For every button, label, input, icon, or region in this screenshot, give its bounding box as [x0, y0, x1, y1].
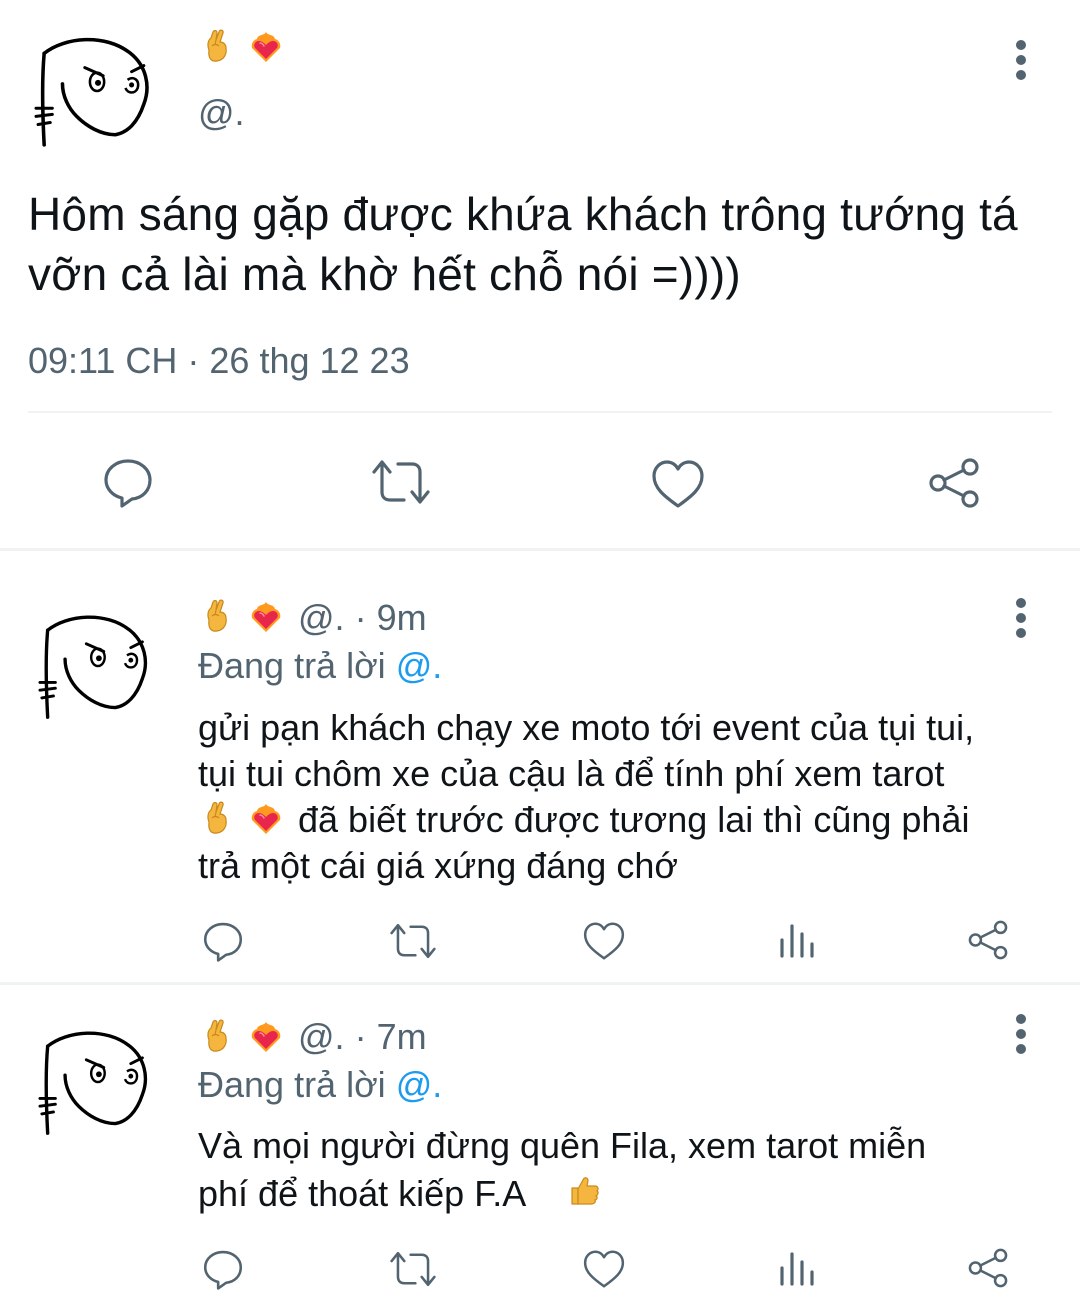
like-icon[interactable]: [582, 1248, 626, 1290]
replying-prefix: Đang trả lời: [198, 645, 386, 686]
separator: ·: [354, 1016, 367, 1057]
section-divider: [0, 982, 1080, 985]
handle[interactable]: @.: [298, 597, 345, 638]
share-icon[interactable]: [966, 1246, 1010, 1290]
like-icon[interactable]: [650, 458, 706, 510]
more-options-icon[interactable]: [1005, 596, 1037, 640]
separator: ·: [354, 597, 367, 638]
views-icon[interactable]: [778, 922, 816, 958]
thumbs-up-emoji: [566, 1172, 602, 1208]
reply-meta: @. · 7m: [298, 1016, 427, 1058]
replying-to-handle[interactable]: @.: [396, 645, 443, 686]
heart-on-fire-emoji: [248, 28, 284, 64]
reply-line-2: phí để thoát kiếp F.A: [198, 1173, 527, 1214]
crossed-fingers-emoji: [200, 28, 236, 64]
reply-icon[interactable]: [202, 920, 244, 962]
reply-line-1: Và mọi người đừng quên Fila, xem tarot m…: [198, 1125, 927, 1166]
views-icon[interactable]: [778, 1250, 816, 1286]
crossed-fingers-emoji: [200, 1018, 236, 1054]
handle[interactable]: @.: [298, 1016, 345, 1057]
heart-on-fire-emoji: [248, 800, 284, 836]
avatar[interactable]: [38, 608, 154, 724]
reply-line-4: trả một cái giá xứng đáng chớ: [198, 845, 678, 886]
reply-icon[interactable]: [102, 456, 154, 508]
retweet-icon[interactable]: [388, 1250, 438, 1288]
more-options-icon[interactable]: [1005, 1012, 1037, 1056]
handle[interactable]: @.: [198, 92, 245, 134]
reply-line-2: tụi tui chôm xe của cậu là để tính phí x…: [198, 753, 945, 794]
reply-meta: @. · 9m: [298, 597, 427, 639]
replying-to-handle[interactable]: @.: [396, 1064, 443, 1105]
replying-prefix: Đang trả lời: [198, 1064, 386, 1105]
reply-line-3: đã biết trước được tương lai thì cũng ph…: [298, 799, 970, 840]
reply-icon[interactable]: [202, 1248, 244, 1290]
crossed-fingers-emoji: [200, 598, 236, 634]
section-divider: [0, 548, 1080, 551]
heart-on-fire-emoji: [248, 598, 284, 634]
share-icon[interactable]: [926, 456, 982, 510]
heart-on-fire-emoji: [248, 1018, 284, 1054]
avatar[interactable]: [38, 1024, 154, 1140]
share-icon[interactable]: [966, 918, 1010, 962]
reply-line-1: gửi pạn khách chạy xe moto tới event của…: [198, 707, 975, 748]
time[interactable]: 9m: [377, 597, 427, 638]
crossed-fingers-emoji: [200, 800, 236, 836]
tweet-text: Hôm sáng gặp được khứa khách trông tướng…: [28, 188, 1018, 300]
retweet-icon[interactable]: [370, 458, 432, 506]
more-options-icon[interactable]: [1005, 38, 1037, 82]
timestamp[interactable]: 09:11 CH · 26 thg 12 23: [28, 340, 410, 382]
retweet-icon[interactable]: [388, 922, 438, 960]
time[interactable]: 7m: [377, 1016, 427, 1057]
like-icon[interactable]: [582, 920, 626, 962]
avatar[interactable]: [34, 30, 156, 152]
divider: [28, 411, 1052, 413]
replying-to: Đang trả lời @.: [198, 1064, 442, 1106]
replying-to: Đang trả lời @.: [198, 645, 442, 687]
